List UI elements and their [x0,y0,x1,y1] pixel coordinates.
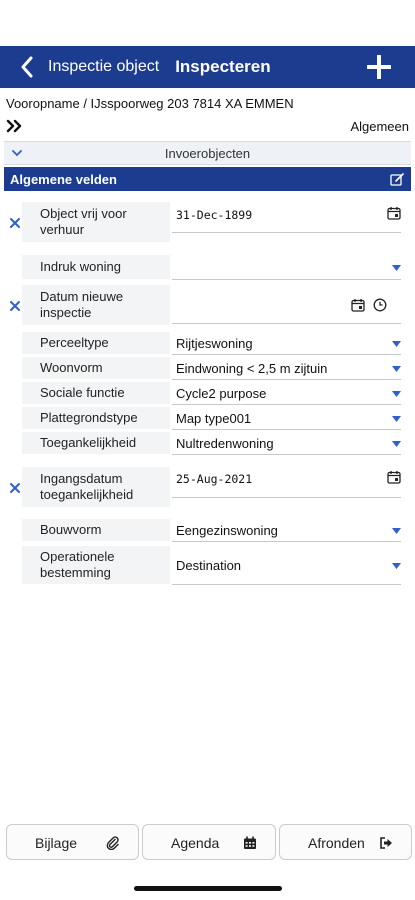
select-value[interactable]: Destination [176,558,241,573]
back-label[interactable]: Inspectie object [48,58,159,76]
field-perceeltype[interactable]: Perceeltype Rijtjeswoning [0,332,415,356]
invoerobjecten-toggle[interactable]: Invoerobjecten [4,141,411,165]
calendar-icon[interactable] [351,298,365,312]
back-button[interactable] [12,46,42,88]
field-label: Indruk woning [22,255,170,279]
chevron-down-icon[interactable] [392,416,401,422]
field-underline [172,323,401,324]
field-label: Datum nieuwe inspectie [22,285,170,325]
edit-icon[interactable] [390,172,405,187]
clear-icon[interactable] [9,482,21,494]
bijlage-button[interactable]: Bijlage [6,824,139,860]
chevron-down-icon[interactable] [392,441,401,447]
field-underline [172,497,401,498]
clear-icon[interactable] [9,300,21,312]
add-icon[interactable] [367,55,391,79]
chevron-down-icon[interactable] [392,341,401,347]
paperclip-icon [106,836,119,850]
calendar-icon [244,836,256,849]
page-title: Inspecteren [175,57,271,76]
chevron-down-icon[interactable] [392,391,401,397]
field-woonvorm[interactable]: Woonvorm Eindwoning < 2,5 m zijtuin [0,357,415,381]
field-underline [172,429,401,430]
nav-bar: Inspectie object Inspecteren [0,46,415,88]
general-fields-title: Algemene velden [10,172,117,187]
field-label: Woonvorm [22,357,170,379]
chevron-down-icon[interactable] [392,265,401,271]
field-operationele-bestemming[interactable]: Operationele bestemming Destination [0,546,415,586]
field-underline [172,279,401,280]
chevron-down-icon[interactable] [392,563,401,569]
select-value[interactable]: Map type001 [176,411,251,426]
agenda-button[interactable]: Agenda [142,824,276,860]
field-label: Bouwvorm [22,519,170,541]
field-datum-nieuwe-inspectie: Datum nieuwe inspectie [0,285,415,327]
field-underline [172,232,401,233]
chevron-down-icon[interactable] [392,528,401,534]
agenda-label: Agenda [171,835,220,851]
afronden-button[interactable]: Afronden [279,824,412,860]
field-underline [172,354,401,355]
field-underline [172,584,401,585]
date-value[interactable]: 31-Dec-1899 [176,208,252,222]
field-label: Ingangsdatum toegankelijkheid [22,467,170,507]
field-label: Toegankelijkheid [22,432,170,454]
select-value[interactable]: Nultredenwoning [176,436,274,451]
field-toegankelijkheid[interactable]: Toegankelijkheid Nultredenwoning [0,432,415,456]
field-bouwvorm[interactable]: Bouwvorm Eengezinswoning [0,519,415,543]
double-chevron-right-icon[interactable] [6,119,24,133]
field-label: Sociale functie [22,382,170,404]
invoerobjecten-label: Invoerobjecten [164,146,251,161]
afronden-label: Afronden [308,835,365,851]
field-label: Operationele bestemming [22,546,170,584]
field-plattegrondstype[interactable]: Plattegrondstype Map type001 [0,407,415,431]
field-label: Object vrij voor verhuur [22,202,170,242]
field-underline [172,541,401,542]
section-label: Algemeen [350,119,409,134]
home-indicator [134,886,282,891]
field-label: Perceeltype [22,332,170,354]
select-value[interactable]: Cycle2 purpose [176,386,266,401]
chevron-left-icon [21,56,33,78]
select-value[interactable]: Eindwoning < 2,5 m zijtuin [176,361,327,376]
clear-icon[interactable] [9,217,21,229]
sign-out-icon [380,837,392,849]
bottom-action-bar: Bijlage Agenda Afronden [0,824,415,862]
general-fields-header: Algemene velden [4,167,411,191]
field-underline [172,404,401,405]
object-address: Vooropname / IJsspoorweg 203 7814 XA EMM… [6,96,294,111]
field-object-vrij: Object vrij voor verhuur 31-Dec-1899 [0,202,415,244]
calendar-icon[interactable] [387,206,401,220]
calendar-icon[interactable] [387,470,401,484]
chevron-down-icon[interactable] [392,366,401,372]
field-underline [172,379,401,380]
field-ingangsdatum-toegankelijkheid: Ingangsdatum toegankelijkheid 25-Aug-202… [0,467,415,509]
field-label: Plattegrondstype [22,407,170,429]
bijlage-label: Bijlage [35,835,78,851]
section-row: Algemeen [0,117,415,137]
field-sociale-functie[interactable]: Sociale functie Cycle2 purpose [0,382,415,406]
field-indruk-woning[interactable]: Indruk woning [0,255,415,281]
select-value[interactable]: Eengezinswoning [176,523,278,538]
clock-icon[interactable] [373,298,387,312]
date-value[interactable]: 25-Aug-2021 [176,472,252,486]
field-underline [172,454,401,455]
select-value[interactable]: Rijtjeswoning [176,336,253,351]
